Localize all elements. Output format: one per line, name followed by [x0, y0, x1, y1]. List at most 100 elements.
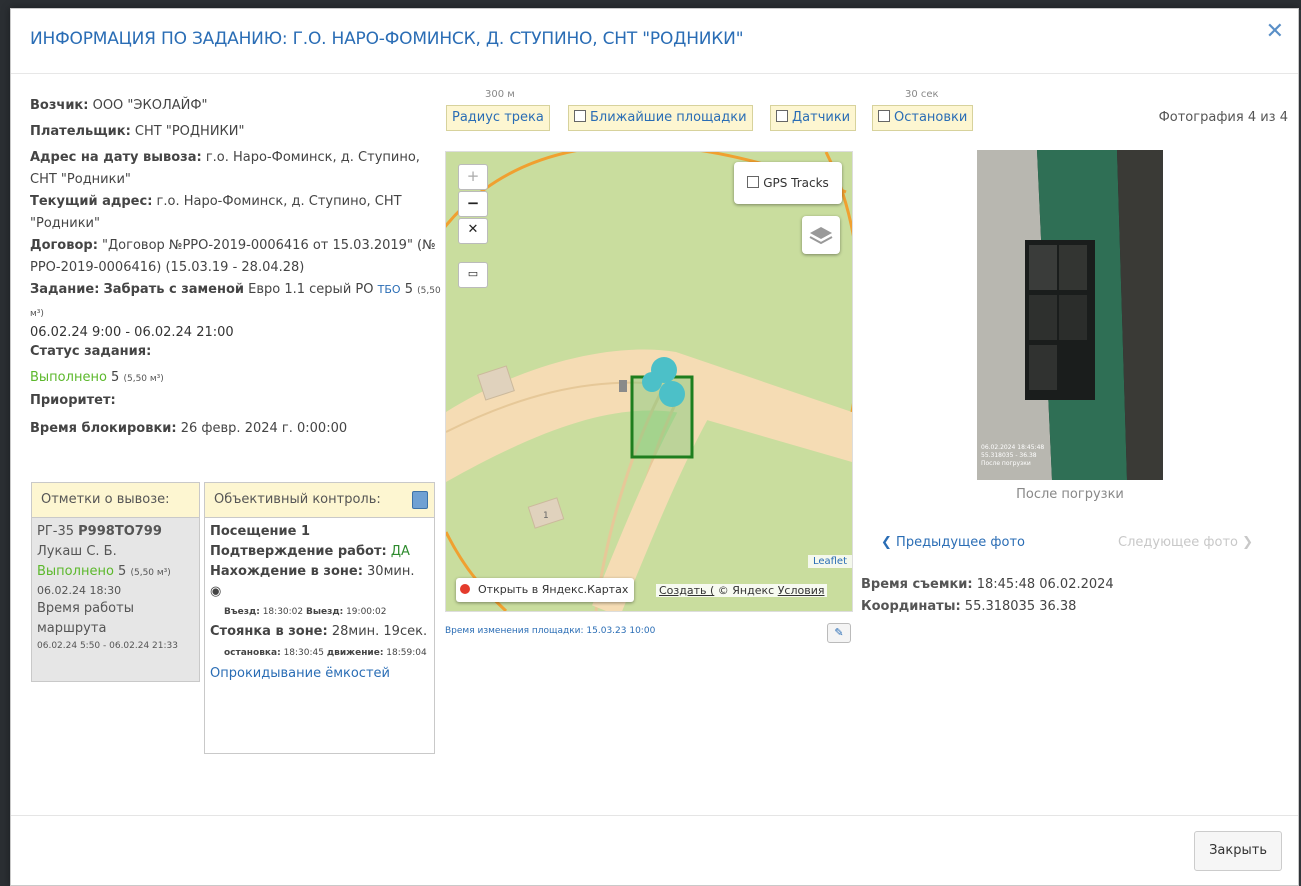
removal-count: 5	[118, 564, 127, 579]
tipping-link[interactable]: Опрокидывание ёмкостей	[210, 664, 429, 684]
address-on-date-row: Адрес на дату вывоза: г.о. Наро-Фоминск,…	[30, 147, 445, 191]
container-photo[interactable]: 06.02.2024 18:45:48 55.318035 - 36.38 По…	[977, 150, 1163, 480]
close-icon[interactable]: ✕	[1266, 21, 1284, 43]
in-zone-row: Нахождение в зоне: 30мин.	[210, 562, 429, 582]
removal-status: Выполнено	[37, 564, 114, 579]
removal-marks-panel: Отметки о вывозе: РГ-35 Р998ТО799 Лукаш …	[31, 482, 200, 682]
yandex-pin-icon	[460, 584, 470, 594]
status-volume: (5,50 м³)	[123, 374, 164, 384]
yandex-copyright: © Яндекс	[717, 584, 775, 597]
removal-status-row: Выполнено 5 (5,50 м³)	[37, 562, 194, 583]
work-time-label: Время работы маршрута	[37, 601, 134, 636]
stops-label: Остановки	[894, 110, 968, 125]
info-icon[interactable]	[412, 491, 428, 509]
route-number: РГ-35	[37, 524, 75, 539]
task-action: Забрать с заменой	[103, 282, 244, 297]
in-zone-label: Нахождение в зоне:	[210, 564, 363, 579]
lock-time-row: Время блокировки: 26 февр. 2024 г. 0:00:…	[30, 418, 445, 440]
chevron-left-icon: ❮	[881, 535, 892, 550]
entry-label: Въезд:	[224, 607, 260, 617]
photo-stamp: 06.02.2024 18:45:48 55.318035 - 36.38 По…	[981, 444, 1044, 468]
lock-time-label: Время блокировки:	[30, 421, 177, 436]
status-label: Статус задания:	[30, 344, 152, 359]
map[interactable]: 1 + − ✕ ▭ GPS Tracks Leaflet Открыть в Я…	[445, 151, 853, 612]
nearby-sites-toggle[interactable]: Ближайшие площадки	[568, 105, 753, 131]
photo-caption: После погрузки	[1016, 487, 1124, 502]
radius-hint: 300 м	[485, 89, 515, 100]
payer-label: Плательщик:	[30, 124, 131, 139]
create-link[interactable]: Создать (	[659, 584, 714, 597]
objective-control-title: Объективный контроль:	[214, 492, 381, 507]
work-time-value: 06.02.24 5:50 - 06.02.24 21:33	[37, 641, 178, 651]
next-photo-link[interactable]: Следующее фото ❯	[1118, 535, 1253, 550]
visit-title: Посещение 1	[210, 522, 429, 542]
sensors-label: Датчики	[792, 110, 851, 125]
open-yandex-label: Открыть в Яндекс.Картах	[478, 583, 629, 596]
eye-icon[interactable]: ◉	[210, 582, 429, 602]
move-label: движение:	[326, 648, 384, 658]
task-label: Задание:	[30, 282, 100, 297]
stops-hint: 30 сек	[905, 89, 939, 100]
next-photo-label: Следующее фото	[1118, 535, 1238, 550]
shot-time-row: Время съемки: 18:45:48 06.02.2024	[861, 574, 1114, 596]
objective-control-header: Объективный контроль:	[205, 483, 434, 518]
objective-control-panel: Объективный контроль: Посещение 1 Подтве…	[204, 482, 435, 754]
shot-time-label: Время съемки:	[861, 577, 973, 592]
gps-checkbox[interactable]	[747, 176, 760, 188]
address-on-date-label: Адрес на дату вывоза:	[30, 150, 202, 165]
track-radius-button[interactable]: Радиус трека	[446, 105, 550, 131]
close-button[interactable]: Закрыть	[1194, 831, 1282, 871]
coords-row: Координаты: 55.318035 36.38	[861, 596, 1114, 618]
nearby-checkbox[interactable]	[574, 110, 586, 122]
parking-label: Стоянка в зоне:	[210, 624, 328, 639]
contract-label: Договор:	[30, 238, 98, 253]
open-yandex-button[interactable]: Открыть в Яндекс.Картах	[456, 578, 635, 602]
backdrop-left	[0, 10, 10, 886]
stop-move-row: остановка: 18:30:45 движение: 18:59:04	[210, 642, 429, 664]
photo-stamp-coords: 55.318035 - 36.38	[981, 452, 1037, 459]
photo-meta: Время съемки: 18:45:48 06.02.2024 Коорди…	[861, 574, 1114, 618]
photo-counter: Фотография 4 из 4	[1158, 110, 1288, 125]
building-label: 1	[543, 511, 549, 521]
track-marker[interactable]	[659, 381, 685, 407]
removal-volume: (5,50 м³)	[130, 568, 171, 578]
carrier-value: ООО "ЭКОЛАЙФ"	[92, 98, 208, 113]
task-row: Задание: Забрать с заменой Евро 1.1 серы…	[30, 279, 445, 325]
prev-photo-link[interactable]: ❮ Предыдущее фото	[881, 535, 1025, 550]
visit-number: Посещение 1	[210, 524, 311, 539]
carrier-row: Возчик: ООО "ЭКОЛАЙФ"	[30, 95, 445, 117]
lock-time-value: 26 февр. 2024 г. 0:00:00	[180, 421, 348, 436]
entry-exit-row: Въезд: 18:30:02 Выезд: 19:00:02	[210, 602, 429, 622]
photo-stamp-date: 06.02.2024 18:45:48	[981, 444, 1045, 451]
photo-stamp-caption: После погрузки	[981, 460, 1031, 467]
confirm-row: Подтверждение работ: ДА	[210, 542, 429, 562]
stops-checkbox[interactable]	[878, 110, 890, 122]
modal-title: ИНФОРМАЦИЯ ПО ЗАДАНИЮ: Г.О. НАРО-ФОМИНСК…	[30, 29, 744, 49]
terms-link[interactable]: Условия	[778, 584, 825, 597]
sensors-toggle[interactable]: Датчики	[770, 105, 857, 131]
removal-marks-header: Отметки о вывозе:	[32, 483, 199, 518]
layers-icon[interactable]	[802, 216, 840, 254]
track-marker[interactable]	[642, 372, 662, 392]
coords-value: 55.318035 36.38	[964, 599, 1077, 614]
task-info-modal: ИНФОРМАЦИЯ ПО ЗАДАНИЮ: Г.О. НАРО-ФОМИНСК…	[10, 8, 1299, 886]
status-label-row: Статус задания:	[30, 341, 445, 363]
task-type-link[interactable]: ТБО	[378, 283, 401, 296]
zoom-in-button[interactable]: +	[458, 164, 488, 190]
driver-name: Лукаш С. Б.	[37, 544, 117, 559]
task-info: Возчик: ООО "ЭКОЛАЙФ" Плательщик: СНТ "Р…	[30, 95, 445, 440]
ruler-icon[interactable]: ▭	[458, 262, 488, 288]
gps-tracks-toggle[interactable]: GPS Tracks	[734, 162, 842, 204]
leaflet-attribution[interactable]: Leaflet	[807, 555, 852, 568]
track-radius-label: Радиус трека	[452, 110, 544, 125]
confirm-value: ДА	[390, 544, 410, 559]
sensors-checkbox[interactable]	[776, 110, 788, 122]
zoom-out-button[interactable]: −	[458, 191, 488, 217]
stops-toggle[interactable]: Остановки	[872, 105, 974, 131]
edit-icon[interactable]: ✎	[827, 623, 851, 643]
fullscreen-icon[interactable]: ✕	[458, 218, 488, 244]
task-container: Евро 1.1 серый РО	[248, 282, 374, 297]
move-value: 18:59:04	[386, 648, 427, 658]
bin-icon	[619, 380, 627, 392]
title-divider	[11, 73, 1298, 74]
